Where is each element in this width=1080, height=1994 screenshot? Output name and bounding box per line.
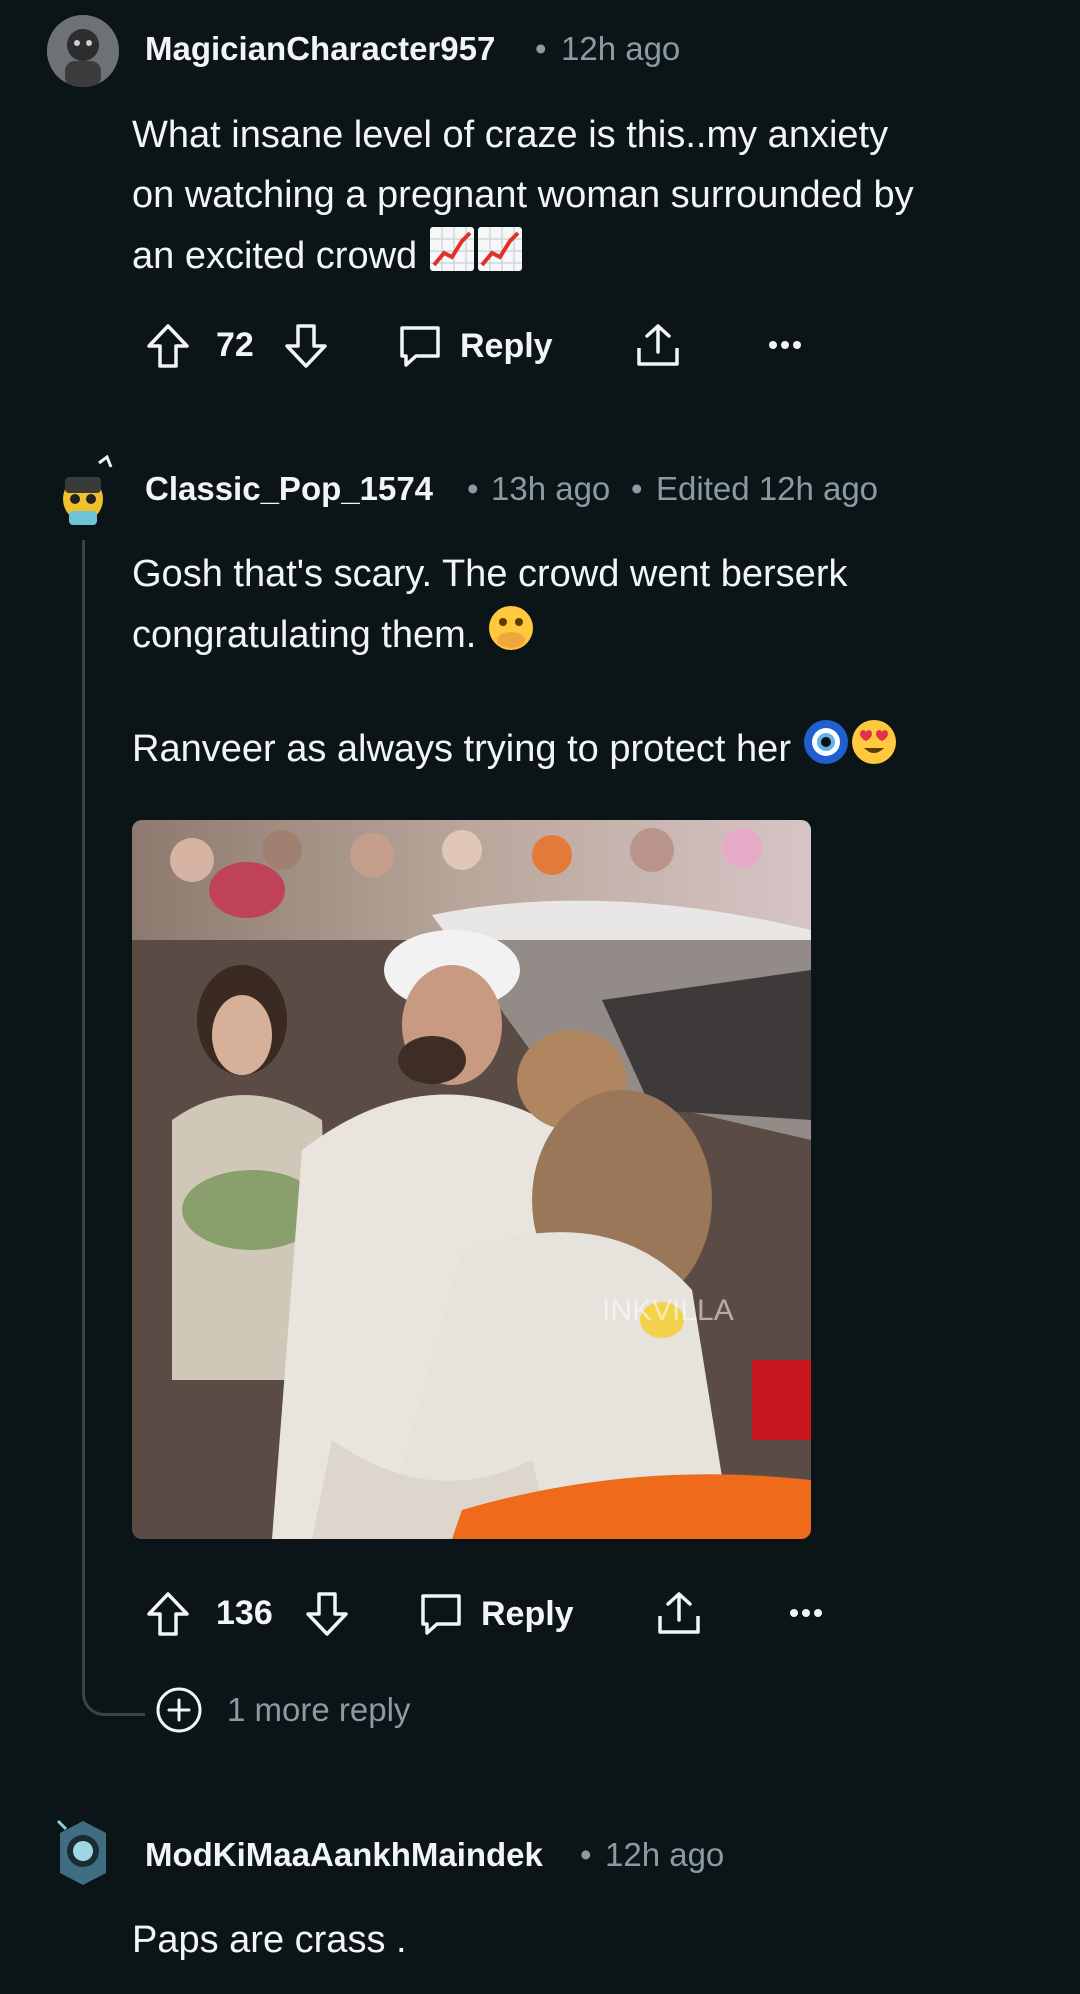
thread-line-curve bbox=[82, 1655, 145, 1716]
chart-increasing-emoji bbox=[428, 225, 476, 291]
dot-separator: • bbox=[631, 470, 643, 507]
timestamp: 13h ago bbox=[491, 470, 611, 507]
comment-line: What insane level of craze is this..my a… bbox=[132, 114, 889, 156]
vote-count: 72 bbox=[216, 326, 254, 364]
dot-separator: • bbox=[535, 30, 547, 67]
comment-body: Gosh that's scary. The crowd went berser… bbox=[132, 544, 1052, 784]
more-icon bbox=[769, 341, 801, 349]
reply-label: Reply bbox=[460, 326, 553, 365]
more-replies-button[interactable]: 1 more reply bbox=[155, 1686, 410, 1734]
comment-body: Paps are crass . bbox=[132, 1919, 407, 1961]
timestamp: 12h ago bbox=[561, 30, 681, 67]
reply-button[interactable]: Reply bbox=[417, 1590, 574, 1638]
username[interactable]: Classic_Pop_1574 bbox=[145, 470, 433, 508]
downvote-icon bbox=[285, 324, 327, 368]
dot-separator: • bbox=[467, 470, 479, 507]
heart-eyes-emoji bbox=[850, 718, 898, 784]
avatar[interactable] bbox=[50, 1815, 116, 1891]
more-replies-label: 1 more reply bbox=[227, 1691, 411, 1728]
edited-timestamp: Edited 12h ago bbox=[656, 470, 879, 507]
more-options-button[interactable] bbox=[789, 1598, 823, 1628]
avatar[interactable] bbox=[47, 15, 119, 87]
comment-media-image[interactable]: INKVILLA bbox=[132, 820, 811, 1539]
upvote-icon bbox=[147, 324, 189, 368]
comment-line: on watching a pregnant woman surrounded … bbox=[132, 174, 914, 216]
reply-button[interactable]: Reply bbox=[396, 322, 553, 370]
comment-line: Ranveer as always trying to protect her bbox=[132, 718, 1052, 784]
share-icon bbox=[637, 324, 679, 366]
comment-line: an excited crowd bbox=[132, 225, 1052, 291]
comment-body: What insane level of craze is this..my a… bbox=[132, 105, 1052, 291]
upvote-button[interactable] bbox=[145, 1590, 191, 1638]
downvote-icon bbox=[306, 1592, 348, 1636]
comment-line-text: an excited crowd bbox=[132, 235, 418, 278]
share-button[interactable] bbox=[633, 320, 683, 370]
comment-icon bbox=[400, 326, 440, 367]
share-icon bbox=[658, 1592, 700, 1634]
comment-line: congratulating them. bbox=[132, 604, 1052, 670]
share-button[interactable] bbox=[654, 1588, 704, 1638]
vote-count: 136 bbox=[216, 1594, 273, 1632]
chart-increasing-emoji bbox=[476, 225, 524, 291]
thread-line[interactable] bbox=[82, 540, 85, 1685]
username[interactable]: MagicianCharacter957 bbox=[145, 30, 495, 68]
more-options-button[interactable] bbox=[768, 330, 802, 360]
comment-line-text: Ranveer as always trying to protect her bbox=[132, 728, 791, 771]
comment-line-text: congratulating them. bbox=[132, 614, 477, 657]
comment-icon bbox=[421, 1594, 461, 1635]
image-watermark: INKVILLA bbox=[602, 1294, 734, 1327]
reply-label: Reply bbox=[481, 1594, 574, 1633]
plus-circle-icon bbox=[156, 1687, 202, 1733]
downvote-button[interactable] bbox=[304, 1590, 350, 1638]
timestamp: 12h ago bbox=[605, 1836, 725, 1873]
username[interactable]: ModKiMaaAankhMaindek bbox=[145, 1836, 543, 1874]
upvote-button[interactable] bbox=[145, 322, 191, 370]
more-icon bbox=[790, 1609, 822, 1617]
downvote-button[interactable] bbox=[283, 322, 329, 370]
nazar-amulet-emoji bbox=[802, 718, 850, 784]
dot-separator: • bbox=[580, 1836, 592, 1873]
avatar[interactable] bbox=[55, 454, 115, 527]
upvote-icon bbox=[147, 1592, 189, 1636]
comment-line: Gosh that's scary. The crowd went berser… bbox=[132, 553, 848, 595]
face-with-open-eyes-and-hand-over-mouth-emoji bbox=[487, 604, 535, 670]
